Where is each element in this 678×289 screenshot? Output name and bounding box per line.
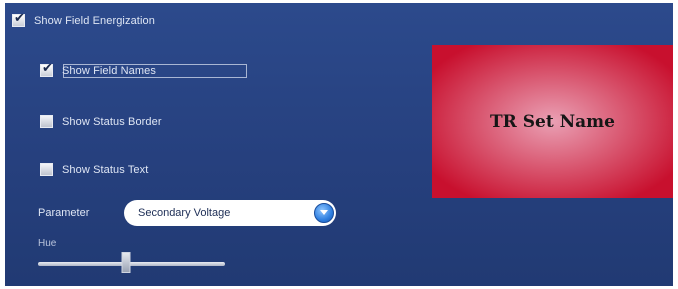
hue-slider-thumb[interactable] bbox=[121, 252, 131, 273]
checkmark-icon: ✔ bbox=[42, 61, 53, 76]
show-status-border-checkbox[interactable] bbox=[40, 115, 53, 128]
show-field-energization-label: Show Field Energization bbox=[34, 14, 155, 27]
show-status-border-label: Show Status Border bbox=[62, 115, 162, 128]
option-show-field-names[interactable]: ✔ Show Field Names bbox=[40, 61, 156, 77]
show-field-names-checkbox[interactable]: ✔ bbox=[40, 61, 53, 77]
hue-label: Hue bbox=[38, 238, 57, 249]
preview-swatch: TR Set Name bbox=[432, 45, 673, 198]
parameter-selected-value: Secondary Voltage bbox=[138, 207, 231, 219]
option-show-status-border[interactable]: Show Status Border bbox=[40, 115, 162, 128]
option-show-field-energization[interactable]: ✔ Show Field Energization bbox=[12, 11, 155, 27]
parameter-label: Parameter bbox=[38, 207, 90, 219]
option-show-status-text[interactable]: Show Status Text bbox=[40, 163, 148, 176]
show-status-text-label: Show Status Text bbox=[62, 163, 149, 176]
hue-slider-track[interactable] bbox=[38, 262, 225, 266]
show-status-text-checkbox[interactable] bbox=[40, 163, 53, 176]
show-field-energization-checkbox[interactable]: ✔ bbox=[12, 11, 25, 27]
show-field-names-label: Show Field Names bbox=[62, 64, 156, 77]
chevron-down-icon[interactable] bbox=[314, 203, 334, 223]
preview-name: TR Set Name bbox=[490, 111, 615, 132]
parameter-dropdown[interactable]: Secondary Voltage bbox=[124, 200, 336, 226]
checkmark-icon: ✔ bbox=[14, 11, 25, 26]
